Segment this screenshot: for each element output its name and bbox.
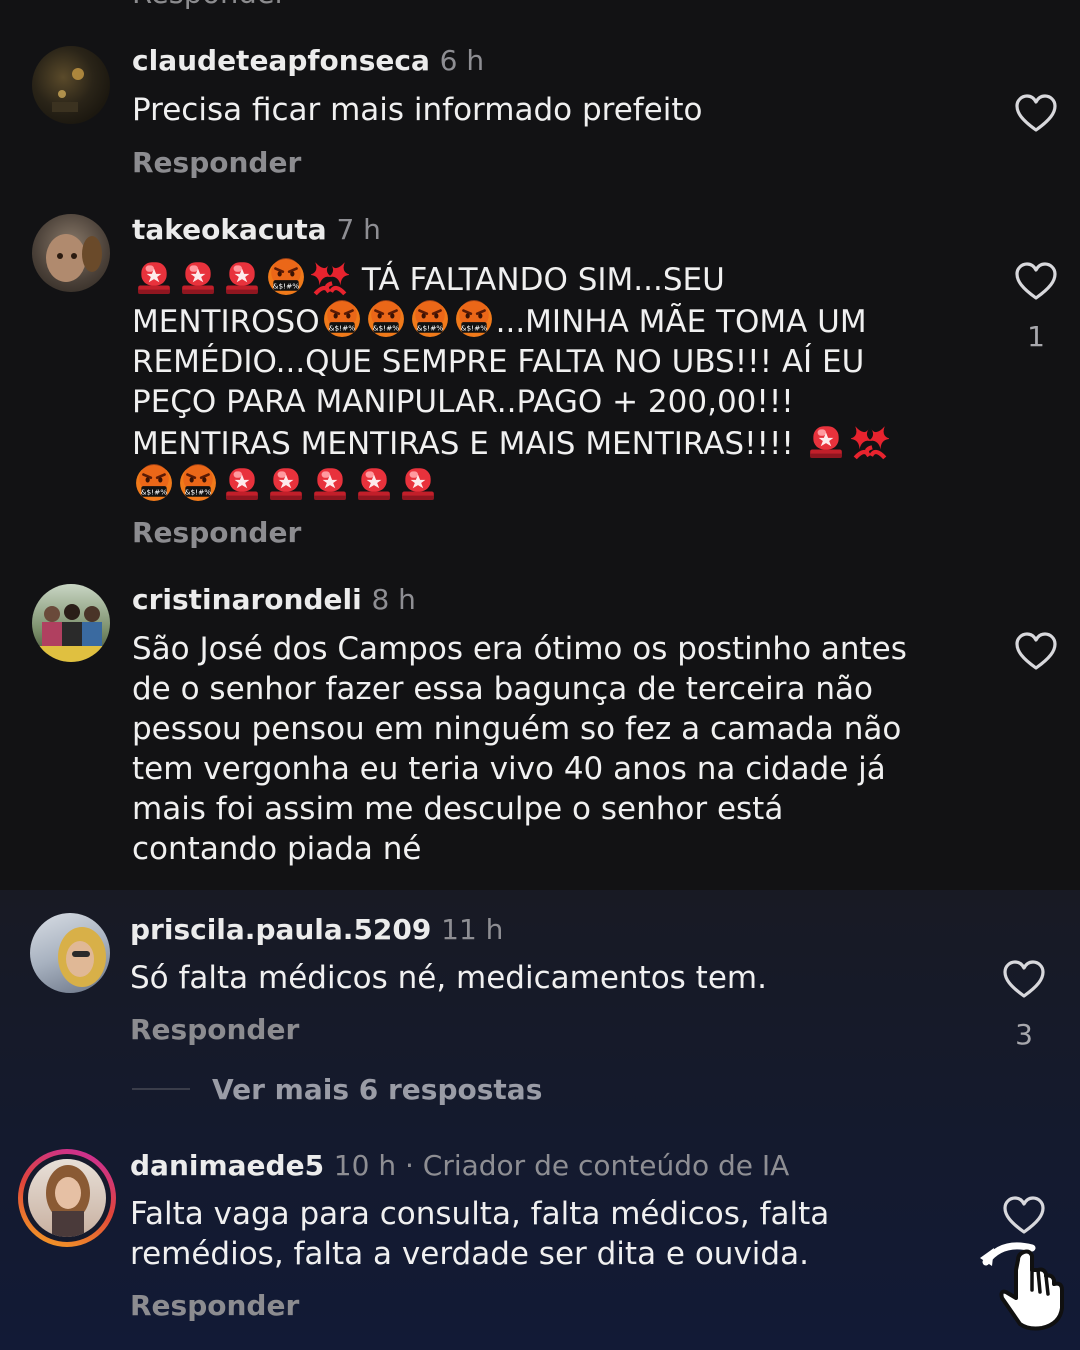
siren-emoji xyxy=(138,262,170,294)
avatar[interactable] xyxy=(32,214,110,292)
comment-line-text: MENTIROSO xyxy=(132,304,320,340)
avatar-photo xyxy=(46,234,102,282)
reply-button[interactable]: Responder xyxy=(132,146,301,179)
comment-line: MENTIROSO ...MINHA MÃE TOMA UM xyxy=(132,300,972,342)
comment-line: de o senhor fazer essa bagunça de tercei… xyxy=(132,671,873,707)
comment-text: TÁ FALTANDO SIM...SEU MENTIROSO ...MINHA … xyxy=(132,258,972,506)
comment-line: MENTIRAS MENTIRAS E MAIS MENTIRAS!!!! xyxy=(132,422,972,464)
avatar-photo xyxy=(52,68,84,112)
comment-line: mais foi assim me desculpe o senhor está xyxy=(132,791,784,827)
cursing-face-emoji xyxy=(135,464,173,502)
cursing-face-emoji xyxy=(322,300,361,338)
username[interactable]: priscila.paula.5209 11 h xyxy=(130,913,503,946)
heart-icon[interactable] xyxy=(1014,632,1058,672)
siren-emoji xyxy=(402,468,434,500)
comment-text: Precisa ficar mais informado prefeito xyxy=(132,92,703,128)
creator-label: Criador de conteúdo de IA xyxy=(422,1149,790,1182)
heart-icon[interactable] xyxy=(1002,1196,1046,1236)
cursing-face-emoji xyxy=(410,300,449,338)
avatar-photo xyxy=(46,1165,90,1237)
replies-divider xyxy=(132,1088,190,1090)
username[interactable]: takeokacuta 7 h xyxy=(132,213,381,246)
avatar[interactable] xyxy=(28,1159,106,1237)
cursing-face-emoji xyxy=(179,464,217,502)
siren-emoji xyxy=(809,426,842,458)
comment-line: Falta vaga para consulta, falta médicos,… xyxy=(130,1196,830,1232)
avatar[interactable] xyxy=(30,913,110,993)
comment-time: 10 h xyxy=(333,1149,397,1182)
reply-button[interactable]: Responder xyxy=(130,1289,299,1322)
comment-time: 8 h xyxy=(371,583,416,616)
siren-emoji xyxy=(270,468,302,500)
username[interactable]: claudeteapfonseca 6 h xyxy=(132,44,484,77)
comment-time: 7 h xyxy=(336,213,381,246)
username[interactable]: danimaede5 10 h · Criador de conteúdo de… xyxy=(130,1149,789,1182)
comment-text: São José dos Campos era ótimo os postinh… xyxy=(132,629,972,869)
comment-line: pessou pensou em ninguém so fez a camada… xyxy=(132,711,902,747)
story-ring[interactable] xyxy=(18,1149,116,1247)
comment-line: REMÉDIO...QUE SEMPRE FALTA NO UBS!!! AÍ … xyxy=(132,344,865,380)
reply-button[interactable]: Responder xyxy=(130,1013,299,1046)
comment-line xyxy=(132,464,972,506)
comment-line: remédios, falta a verdade ser dita e ouv… xyxy=(130,1236,809,1272)
tap-gesture-icon xyxy=(980,1242,1064,1331)
siren-emoji xyxy=(314,468,346,500)
reply-button-previous[interactable]: Responder xyxy=(132,0,287,10)
comment-line: contando piada né xyxy=(132,831,422,867)
anger-symbol-emoji xyxy=(311,258,349,296)
username[interactable]: cristinarondeli 8 h xyxy=(132,583,416,616)
comment-text: Falta vaga para consulta, falta médicos,… xyxy=(130,1194,970,1274)
comment-line: PEÇO PARA MANIPULAR..PAGO + 200,00!!! xyxy=(132,384,794,420)
comment-time: 6 h xyxy=(439,44,485,77)
heart-icon[interactable] xyxy=(1014,262,1058,302)
avatar[interactable] xyxy=(32,46,110,124)
comment-line: São José dos Campos era ótimo os postinh… xyxy=(132,631,907,667)
like-count[interactable]: 3 xyxy=(1004,1018,1044,1051)
siren-emoji xyxy=(358,468,390,500)
cursing-face-emoji xyxy=(366,300,405,338)
avatar[interactable] xyxy=(32,584,110,662)
comment-line: tem vergonha eu teria vivo 40 anos na ci… xyxy=(132,751,886,787)
comment-text: Só falta médicos né, medicamentos tem. xyxy=(130,960,767,996)
siren-emoji xyxy=(226,468,258,500)
siren-emoji xyxy=(182,262,214,294)
cursing-face-emoji xyxy=(267,258,305,296)
heart-icon[interactable] xyxy=(1002,960,1046,1000)
heart-icon[interactable] xyxy=(1014,94,1058,134)
comment-line-text: ...MINHA MÃE TOMA UM xyxy=(495,304,867,340)
comment-line-text: TÁ FALTANDO SIM...SEU xyxy=(361,262,725,298)
comment-line-text: MENTIRAS MENTIRAS E MAIS MENTIRAS!!!! xyxy=(132,426,794,462)
avatar-photo xyxy=(32,604,110,662)
cursing-face-emoji xyxy=(454,300,493,338)
reply-button[interactable]: Responder xyxy=(132,516,301,549)
siren-emoji xyxy=(226,262,258,294)
like-count[interactable]: 1 xyxy=(1016,320,1056,353)
view-more-replies-button[interactable]: Ver mais 6 respostas xyxy=(212,1073,542,1106)
comment-line: TÁ FALTANDO SIM...SEU xyxy=(132,258,972,300)
comment-time: 11 h xyxy=(441,913,504,946)
anger-symbol-emoji xyxy=(851,422,889,460)
avatar-photo xyxy=(58,927,106,987)
